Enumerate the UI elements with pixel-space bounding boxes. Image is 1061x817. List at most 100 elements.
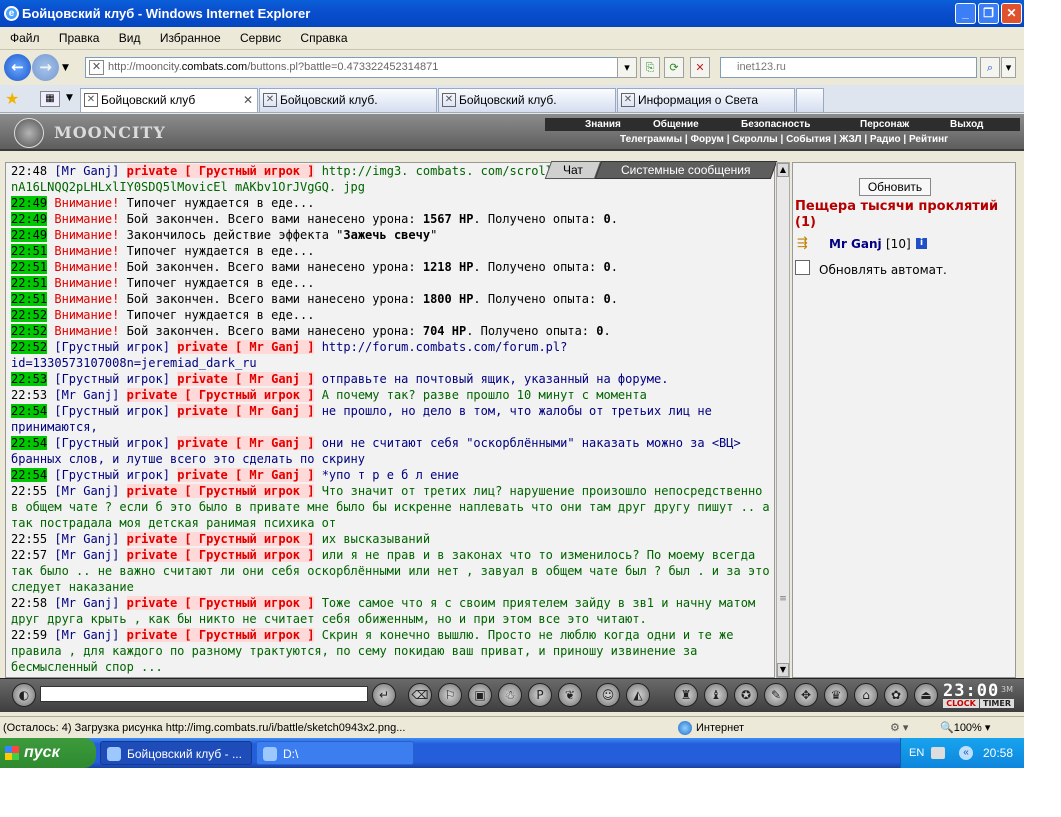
inventory-icon[interactable]: ♝ (704, 683, 728, 707)
message-time[interactable]: 22:57 (11, 548, 47, 562)
nav-knowledge[interactable]: Знания (585, 118, 621, 131)
minimize-button[interactable]: _ (955, 3, 976, 24)
stop-icon[interactable]: ✕ (690, 57, 710, 78)
menu-help[interactable]: Справка (300, 27, 347, 50)
tab-3[interactable]: ✕ Бойцовский клуб. (438, 88, 616, 112)
private-recipient[interactable]: private [ Mr Ganj ] (177, 436, 315, 450)
message-time[interactable]: 22:52 (11, 340, 48, 354)
clan-icon[interactable]: ✪ (734, 683, 758, 707)
message-sender[interactable]: [Грустный игрок] (54, 436, 170, 450)
back-button[interactable]: ← (4, 54, 31, 81)
private-recipient[interactable]: private [ Грустный игрок ] (126, 628, 315, 642)
menu-tools[interactable]: Сервис (240, 27, 281, 50)
tab-chat[interactable]: Чат (544, 161, 602, 179)
message-time[interactable]: 22:52 (11, 308, 48, 322)
message-sender[interactable]: [Mr Ganj] (54, 484, 119, 498)
private-recipient[interactable]: private [ Грустный игрок ] (126, 548, 315, 562)
favorites-star-icon[interactable]: ★ (5, 89, 19, 108)
clear-icon[interactable]: ⌫ (408, 683, 432, 707)
nav-character[interactable]: Персонаж (860, 118, 909, 131)
timer-tab[interactable]: TIMER (980, 699, 1014, 708)
refresh-button[interactable]: Обновить (859, 178, 931, 196)
protected-mode-icon[interactable]: ⚙ ▾ (890, 717, 908, 739)
quests-icon[interactable]: ⌂ (854, 683, 878, 707)
message-time[interactable]: 22:53 (11, 388, 47, 402)
message-time[interactable]: 22:48 (11, 164, 47, 178)
close-button[interactable]: ✕ (1001, 3, 1022, 24)
message-time[interactable]: 22:55 (11, 484, 47, 498)
private-recipient[interactable]: private [ Грустный игрок ] (126, 596, 315, 610)
tab-2[interactable]: ✕ Бойцовский клуб. (259, 88, 437, 112)
trade-icon[interactable]: ❦ (558, 683, 582, 707)
scroll-grip-icon[interactable]: ≡ (778, 593, 788, 605)
maximize-button[interactable]: ❐ (978, 3, 999, 24)
keyboard-icon[interactable] (931, 747, 945, 759)
menu-edit[interactable]: Правка (59, 27, 100, 50)
new-tab-button[interactable] (796, 88, 824, 112)
message-time[interactable]: 22:49 (11, 228, 48, 242)
task-ie[interactable]: Бойцовский клуб - ... (100, 741, 252, 765)
menu-favorites[interactable]: Избранное (160, 27, 221, 50)
message-sender[interactable]: [Mr Ganj] (54, 596, 119, 610)
message-time[interactable]: 22:54 (11, 468, 48, 482)
auto-refresh-checkbox[interactable] (795, 260, 810, 275)
message-time[interactable]: 22:51 (11, 260, 48, 274)
message-sender[interactable]: [Грустный игрок] (54, 372, 170, 386)
message-sender[interactable]: [Грустный игрок] (54, 404, 170, 418)
message-time[interactable]: 22:51 (11, 276, 48, 290)
message-time[interactable]: 22:58 (11, 596, 47, 610)
private-recipient[interactable]: private [ Mr Ganj ] (177, 404, 315, 418)
tab-1[interactable]: ✕ Бойцовский клуб ✕ (80, 88, 258, 112)
private-icon[interactable]: P (528, 683, 552, 707)
filter-icon[interactable]: ⚐ (438, 683, 462, 707)
message-time[interactable]: 22:55 (11, 532, 47, 546)
send-icon[interactable]: ↵ (372, 683, 396, 707)
private-recipient[interactable]: private [ Грустный игрок ] (126, 484, 315, 498)
chat-scrollbar[interactable]: ▲ ≡ ▼ (776, 162, 790, 678)
message-time[interactable]: 22:49 (11, 196, 48, 210)
chat-input[interactable] (40, 686, 368, 702)
player-name[interactable]: Mr Ganj (829, 235, 882, 253)
private-recipient[interactable]: private [ Mr Ganj ] (177, 340, 315, 354)
scroll-icon[interactable]: ✎ (764, 683, 788, 707)
address-dropdown-icon[interactable]: ▾ (617, 57, 637, 78)
zoom-level[interactable]: 🔍100% ▾ (940, 717, 990, 739)
message-sender[interactable]: [Mr Ganj] (54, 628, 119, 642)
message-time[interactable]: 22:49 (11, 212, 48, 226)
info-icon[interactable]: i (916, 238, 927, 249)
scroll-up-icon[interactable]: ▲ (777, 163, 789, 177)
message-sender[interactable]: [Mr Ganj] (54, 532, 119, 546)
history-dropdown-icon[interactable]: ▼ (62, 63, 69, 73)
menu-view[interactable]: Вид (119, 27, 141, 50)
scroll-down-icon[interactable]: ▼ (777, 663, 789, 677)
task-explorer[interactable]: D:\ (256, 741, 414, 765)
sub-nav-links[interactable]: Телеграммы | Форум | Скроллы | События |… (620, 133, 948, 146)
message-time[interactable]: 22:53 (11, 372, 48, 386)
refresh-icon[interactable]: ⟳ (664, 57, 684, 78)
search-input[interactable]: inet123.ru (720, 57, 977, 78)
compat-view-icon[interactable]: ⎘ (640, 57, 660, 78)
chat-mode-icon[interactable]: ◐ (12, 683, 36, 707)
forward-button[interactable]: → (32, 54, 59, 81)
character-icon[interactable]: ♜ (674, 683, 698, 707)
message-sender[interactable]: [Грустный игрок] (54, 468, 170, 482)
message-time[interactable]: 22:51 (11, 292, 48, 306)
language-indicator[interactable]: EN (909, 738, 924, 768)
player-icon[interactable]: ☃ (498, 683, 522, 707)
tab-close-icon[interactable]: ✕ (243, 89, 253, 111)
private-recipient[interactable]: private [ Mr Ganj ] (177, 372, 315, 386)
menu-file[interactable]: Файл (10, 27, 40, 50)
search-options-icon[interactable]: ▾ (1001, 57, 1016, 78)
exit-icon[interactable]: ⏏ (914, 683, 938, 707)
quick-tabs-icon[interactable]: ▦ (40, 91, 60, 107)
tab-list-dropdown-icon[interactable]: ▼ (66, 93, 73, 103)
message-sender[interactable]: [Mr Ganj] (54, 548, 119, 562)
abilities-icon[interactable]: ♛ (824, 683, 848, 707)
message-time[interactable]: 22:54 (11, 404, 48, 418)
save-icon[interactable]: ▣ (468, 683, 492, 707)
private-recipient[interactable]: private [ Грустный игрок ] (126, 164, 315, 178)
start-button[interactable]: пуск (0, 738, 96, 768)
message-sender[interactable]: [Mr Ganj] (54, 388, 119, 402)
search-icon[interactable]: ⌕ (980, 57, 1000, 78)
friends-icon[interactable]: ✿ (884, 683, 908, 707)
